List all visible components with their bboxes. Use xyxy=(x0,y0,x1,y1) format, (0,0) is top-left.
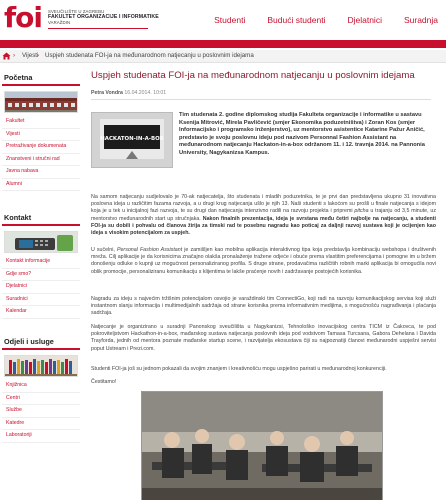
sidebar-item-kalendar[interactable]: Kalendar xyxy=(2,306,80,319)
article-paragraph-1: Na samom natjecanju sudjelovalo je 70-ak… xyxy=(91,194,436,237)
sidebar-item-vijesti[interactable]: Vijesti xyxy=(2,129,80,141)
sidebar-item-znanstveni-rad[interactable]: Znanstveni i stručni rad xyxy=(2,154,80,166)
team-photo-icon xyxy=(142,392,382,500)
nav-suradnja[interactable]: Suradnja xyxy=(404,15,438,25)
sidebar-thumbnail-library xyxy=(4,355,78,377)
sidebar-section-odjeli: Odjeli i usluge Knjižnica Centri Službe … xyxy=(2,334,80,443)
nav-buduci-studenti[interactable]: Budući studenti xyxy=(267,15,325,25)
lead-image-caption: HACKATON-IN-A-BOX xyxy=(100,136,164,142)
article-paragraph-5: Studenti FOI-ja još su jednom pokazali d… xyxy=(91,366,387,372)
sidebar-item-centri[interactable]: Centri xyxy=(2,393,80,405)
nav-studenti[interactable]: Studenti xyxy=(214,15,245,25)
sidebar-title-kontakt: Kontakt xyxy=(2,210,80,226)
foi-logo[interactable]: foi SVEUČILIŠTE U ZAGREBU FAKULTET ORGAN… xyxy=(4,1,159,36)
article-paragraph-4: Natjecanje je organizirano u suradnji Pa… xyxy=(91,324,436,352)
sidebar-item-djelatnici[interactable]: Djelatnici xyxy=(2,281,80,294)
logo-line-3: VARAŽDIN xyxy=(48,20,71,26)
building-image-icon xyxy=(5,92,77,112)
sidebar-item-laboratoriji[interactable]: Laboratoriji xyxy=(2,430,80,443)
article-author: Petra Vondra xyxy=(91,90,123,96)
sidebar-item-kontakt-informacije[interactable]: Kontakt informacije xyxy=(2,256,80,269)
sidebar: Početna Fakultet Vijesti Pretraživanje d… xyxy=(0,66,82,500)
meta-divider xyxy=(91,99,431,100)
sidebar-item-katedre[interactable]: Katedre xyxy=(2,418,80,430)
paragraph-2-product: Personal Fashion Assistant xyxy=(116,247,183,253)
home-icon[interactable] xyxy=(2,52,11,60)
top-navigation: Studenti Budući studenti Djelatnici Sura… xyxy=(192,15,438,25)
breadcrumb-separator-icon: › xyxy=(13,51,16,59)
sidebar-item-pretrazivanje[interactable]: Pretraživanje dokumenata xyxy=(2,141,80,154)
phone-image-icon xyxy=(5,232,77,252)
article-title: Uspjeh studenata FOI-ja na međunarodnom … xyxy=(91,70,415,81)
sidebar-item-knjiznica[interactable]: Knjižnica xyxy=(2,380,80,393)
sidebar-section-kontakt: Kontakt Kontakt informacije Gdje smo? Dj… xyxy=(2,210,80,319)
breadcrumb-current: Uspjeh studenata FOI-ja na međunarodnom … xyxy=(45,51,254,59)
article-paragraph-3: Nagradu za ideju s najvećim tržišnim pot… xyxy=(91,296,436,317)
article-team-photo xyxy=(141,391,383,500)
site-header: foi SVEUČILIŠTE U ZAGREBU FAKULTET ORGAN… xyxy=(0,0,446,38)
sidebar-thumbnail-building xyxy=(4,91,78,113)
sidebar-item-javna-nabava[interactable]: Javna nabava xyxy=(2,166,80,179)
sidebar-item-fakultet[interactable]: Fakultet xyxy=(2,116,80,129)
logo-text: foi xyxy=(4,1,43,34)
hackaton-image-icon: HACKATON-IN-A-BOX xyxy=(92,113,172,167)
logo-underline xyxy=(48,28,148,29)
article-lead-text: Tim studenata 2. godine diplomskog studi… xyxy=(179,112,425,156)
sidebar-title-pocetna: Početna xyxy=(2,70,80,86)
article-meta: Petra Vondra 16.04.2014. 10:01 xyxy=(91,90,441,96)
article-date: 16.04.2014. 10:01 xyxy=(124,90,167,96)
article-lead-image: HACKATON-IN-A-BOX xyxy=(91,112,173,168)
logo-institution-name: SVEUČILIŠTE U ZAGREBU FAKULTET ORGANIZAC… xyxy=(48,9,168,26)
sidebar-item-suradnici[interactable]: Suradnici xyxy=(2,294,80,306)
sidebar-section-pocetna: Početna Fakultet Vijesti Pretraživanje d… xyxy=(2,70,80,191)
article-paragraph-2: U sučelni, Personal Fashion Assistant je… xyxy=(91,247,436,276)
breadcrumb-vijesti[interactable]: Vijesti xyxy=(22,52,38,59)
sidebar-thumbnail-phone xyxy=(4,231,78,253)
article-paragraph-6: Čestitamo! xyxy=(91,379,117,385)
article: Uspjeh studenata FOI-ja na međunarodnom … xyxy=(91,66,441,385)
article-lead: HACKATON-IN-A-BOX Tim studenata 2. godin… xyxy=(91,112,436,168)
sidebar-item-sluzbe[interactable]: Službe xyxy=(2,405,80,418)
sidebar-title-odjeli: Odjeli i usluge xyxy=(2,334,80,350)
nav-djelatnici[interactable]: Djelatnici xyxy=(347,15,382,25)
sidebar-item-alumni[interactable]: Alumni xyxy=(2,179,80,191)
sidebar-item-gdje-smo[interactable]: Gdje smo? xyxy=(2,269,80,281)
paragraph-2-text-a: U sučelni, xyxy=(91,247,117,253)
breadcrumb-separator-icon: › xyxy=(37,51,40,59)
breadcrumb: › Vijesti › Uspjeh studenata FOI-ja na m… xyxy=(0,50,446,63)
library-image-icon xyxy=(5,356,77,376)
header-red-bar xyxy=(0,40,446,48)
paragraph-1-pitch: pitcha xyxy=(354,208,369,215)
